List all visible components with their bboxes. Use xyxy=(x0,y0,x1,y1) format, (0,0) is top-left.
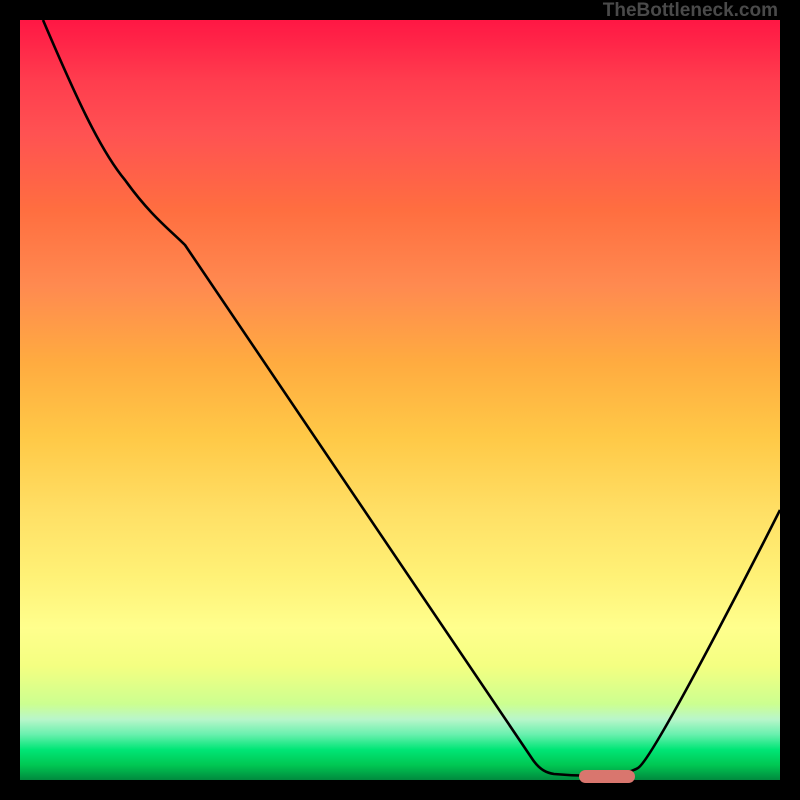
bottleneck-curve xyxy=(43,20,780,776)
plot-area xyxy=(20,20,780,780)
curve-svg xyxy=(20,20,780,780)
optimal-range-marker xyxy=(579,770,635,783)
watermark-text: TheBottleneck.com xyxy=(603,0,778,22)
chart-container: TheBottleneck.com xyxy=(0,0,800,800)
